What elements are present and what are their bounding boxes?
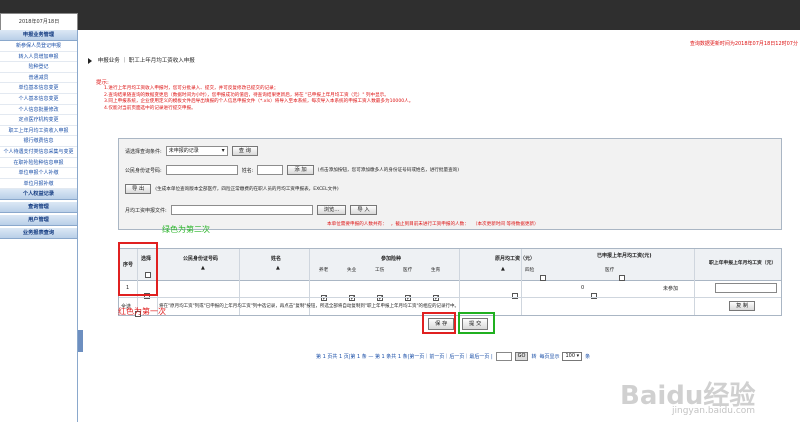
sidebar-item[interactable]: 银行缴费信息 — [0, 136, 77, 147]
tip-line: 4.仅能对当前页面选中的记录进行提交申报。 — [104, 105, 196, 111]
import-row: 月均工资申报文件: 浏览... 导 入 — [125, 205, 377, 215]
query-button[interactable]: 查 询 — [231, 146, 258, 156]
sort-up-icon[interactable]: ▲ — [276, 265, 280, 271]
sidebar-item[interactable]: 在职补险险种信息申报 — [0, 158, 77, 169]
sidebar-section-user[interactable]: 用户管理 — [0, 215, 77, 227]
name-input[interactable] — [257, 165, 284, 175]
col-declared: 已申报上年月均工资(元) — [597, 253, 652, 259]
sidebar-section-report[interactable]: 业务报表查询 — [0, 228, 77, 240]
insure-type-label: 生育 — [431, 268, 441, 273]
tip-line: 1.进行上年月均工资收入申报时，您可分批录入、提交，并可反复修改已提交的记录； — [104, 86, 279, 91]
sidebar-item[interactable]: 新参保人员登记申报 — [0, 41, 77, 52]
table-header: 序号 选择 公民身份证号码 ▲ 姓名 ▲ 参加险种 养老 失业 工伤 医疗 生育 原月均… — [119, 249, 781, 281]
col-insure: 参加险种 — [381, 256, 402, 262]
update-time: 查询数据更新时间为2018年07月18日12时07分 — [689, 41, 798, 47]
sidebar-item[interactable]: 转入人员增加申报 — [0, 52, 77, 63]
page-jump-input[interactable] — [495, 352, 512, 361]
sidebar-item-list: 新参保人员登记申报 转入人员增加申报 险种登记 普通减员 单位基本信息变更 个人基本信息变… — [0, 41, 77, 190]
sidebar-item[interactable]: 个人基本信息变更 — [0, 94, 77, 105]
add-note: (点击添加按钮，您可添加缴多人的身份证号码或姓名，进行批量查询) — [317, 168, 460, 173]
tips-list: 1.进行上年月均工资收入申报时，您可分批录入、提交，并可反复修改已提交的记录； … — [104, 86, 413, 112]
sidebar-item[interactable]: 单位基本信息变更 — [0, 83, 77, 94]
red-note-b: ，截止到目前未进行工资申报的人数： — [390, 222, 469, 227]
breadcrumb-part1[interactable]: 申报业务 — [98, 58, 120, 64]
sidebar-collapse-handle[interactable] — [78, 330, 83, 352]
row-wage: 0 — [581, 285, 585, 291]
new-wage-input[interactable] — [715, 283, 777, 293]
copy-footnote: 将在"原月均工资"列或"已申报的上年月均工资"列中选记录，再点击"复制"按钮，所… — [159, 304, 460, 309]
col-idcard: 公民身份证号码 — [183, 256, 219, 262]
insure-type-label: 工伤 — [375, 268, 385, 273]
red-highlight-box — [118, 242, 158, 296]
sort-up-icon[interactable]: ▲ — [201, 265, 205, 271]
sidebar-item[interactable]: 个人待遇支付类信息采集与变更 — [0, 147, 77, 158]
export-row: 导 出 (生成本单位查询版本全部医疗，四险正常缴费的在职人员的月均工资申报表，E… — [125, 184, 339, 194]
query-condition-row: 请选择查询条件: 未申报的记录 查 询 — [125, 146, 258, 156]
idcard-row: 公民身份证号码: 姓名: 添 加 (点击添加按钮，您可添加缴多人的身份证号码或姓… — [125, 165, 459, 175]
name-label: 姓名: — [241, 167, 254, 174]
sidebar: 申报业务管理 新参保人员登记申报 转入人员增加申报 险种登记 普通减员 单位基本信息变更… — [0, 30, 78, 422]
sidebar-item[interactable]: 单位申报个人补缴 — [0, 168, 77, 179]
page-go-button[interactable]: GO — [514, 352, 529, 361]
import-button[interactable]: 导 入 — [350, 205, 377, 215]
idcard-label: 公民身份证号码: — [125, 167, 162, 174]
col-last-wage: 原月均工资（元） — [495, 256, 536, 262]
pager: 第 1 页共 1 页|第 1 条 — 第 1 条共 1 条|第一页｜前一页｜后一… — [316, 352, 590, 361]
pager-text[interactable]: 第 1 页共 1 页|第 1 条 — 第 1 条共 1 条|第一页｜前一页｜后一… — [316, 353, 493, 360]
breadcrumb-sep: ｜ — [121, 58, 128, 64]
add-button[interactable]: 添 加 — [287, 165, 314, 175]
wage-table: 序号 选择 公民身份证号码 ▲ 姓名 ▲ 参加险种 养老 失业 工伤 医疗 生育 原月均… — [118, 248, 782, 317]
condition-select[interactable]: 未申报的记录 — [165, 146, 228, 156]
col-new-wage: 职上年申报上年月均工资（元） — [709, 261, 777, 266]
declared-sub-4: 四险 — [525, 268, 535, 273]
col-name: 姓名 — [271, 256, 282, 262]
insure-type-label: 养老 — [319, 268, 329, 273]
page-size-label: 每页显示 — [539, 354, 560, 360]
insure-type-label: 失业 — [347, 268, 357, 273]
triangle-right-icon — [88, 57, 92, 64]
sort-up-icon[interactable]: ▲ — [501, 266, 505, 272]
sidebar-section-declare[interactable]: 申报业务管理 — [0, 30, 77, 41]
page-size-select[interactable]: 100 ▾ — [562, 352, 583, 361]
declare-count-note: 本单位需要申报的人数共有： ，截止到目前未进行工资申报的人数： （本次更新时间 … — [327, 221, 539, 227]
idcard-input[interactable] — [165, 165, 238, 175]
file-input[interactable] — [170, 205, 313, 215]
export-button[interactable]: 导 出 — [125, 184, 152, 194]
green-highlight-box — [458, 312, 495, 334]
sidebar-item[interactable]: 单位月报补缴 — [0, 179, 77, 190]
query-panel: 请选择查询条件: 未申报的记录 查 询 公民身份证号码: 姓名: 添 加 (点击… — [118, 138, 782, 230]
page-size-suffix: 条 — [585, 354, 591, 360]
date-label: 2018年07月18日 — [0, 13, 78, 30]
export-note: (生成本单位查询版本全部医疗，四险正常缴费的在职人员的月均工资申报表，EXCEL… — [155, 187, 339, 192]
sidebar-section-query[interactable]: 查询管理 — [0, 202, 77, 214]
breadcrumb: 申报业务 ｜ 职工上年月均工资收入申报 — [88, 56, 195, 64]
sidebar-item[interactable]: 险种登记 — [0, 62, 77, 73]
jump-label: 转 — [531, 354, 537, 360]
insure-type-label: 医疗 — [403, 268, 413, 273]
copy-button[interactable]: 复 制 — [729, 301, 756, 311]
breadcrumb-part2: 职工上年月均工资收入申报 — [128, 58, 195, 64]
green-annotation-text: 绿色为第二次 — [162, 225, 210, 234]
tip-line: 3.同上申报系统，企业使用定义的模板文件后导出填报的个人信息申报文件（*.xls… — [104, 99, 414, 105]
red-highlight-box — [422, 312, 456, 334]
app-window: 2018年07月18日 申报业务管理 新参保人员登记申报 转入人员增加申报 险种登记… — [0, 0, 800, 422]
table-row[interactable]: 1 ✓ ✓ ✓ ✓ ✓ 0 未参加 — [119, 282, 781, 302]
sidebar-item[interactable]: 普通减员 — [0, 73, 77, 84]
red-note-a: 本单位需要申报的人数共有： — [327, 222, 387, 227]
condition-label: 请选择查询条件: — [125, 148, 162, 155]
tips-title: 提示: — [96, 80, 109, 86]
file-label: 月均工资申报文件: — [125, 207, 167, 214]
red-note-c: （本次更新时间 等待数据更新） — [472, 222, 539, 227]
declared-sub-med: 医疗 — [605, 268, 615, 273]
sidebar-item[interactable]: 个人信息批量修改 — [0, 105, 77, 116]
sidebar-item[interactable]: 定点医疗机构变更 — [0, 115, 77, 126]
browse-button[interactable]: 浏览... — [316, 205, 347, 215]
watermark-url: jingyan.baidu.com — [672, 406, 756, 416]
row-status: 未参加 — [663, 286, 679, 292]
red-annotation-text: 红色为第一次 — [118, 307, 166, 316]
sidebar-section-rights[interactable]: 个人权益记录 — [0, 189, 77, 201]
sidebar-item[interactable]: 职工上年月均工资收入申报 — [0, 126, 77, 137]
top-bar: 2018年07月18日 — [0, 0, 800, 30]
